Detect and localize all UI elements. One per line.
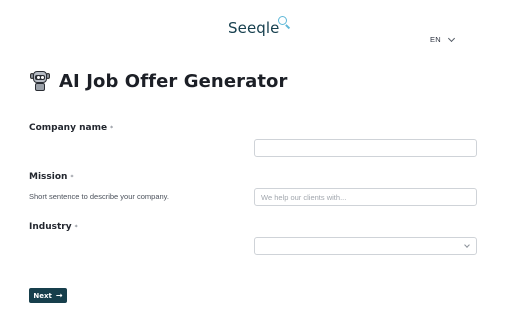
- mission-label-text: Mission: [29, 172, 68, 182]
- mission-help-text: Short sentence to describe your company.: [29, 192, 169, 201]
- chevron-down-icon: [447, 34, 456, 42]
- language-selector[interactable]: EN: [430, 34, 456, 44]
- industry-label: Industry *: [29, 222, 78, 232]
- company-name-label: Company name *: [29, 123, 113, 133]
- logo-text: Seeqle: [228, 19, 280, 37]
- robot-icon: [30, 70, 50, 92]
- language-label: EN: [430, 35, 442, 44]
- required-mark: *: [110, 124, 114, 132]
- required-mark: *: [74, 223, 78, 231]
- required-mark: *: [70, 173, 74, 181]
- company-name-input[interactable]: [254, 139, 477, 157]
- industry-select[interactable]: [254, 237, 477, 255]
- mission-label: Mission *: [29, 172, 73, 182]
- arrow-right-icon: →: [55, 290, 63, 300]
- next-button-label: Next: [33, 291, 52, 300]
- seeqle-logo[interactable]: Seeqle: [228, 16, 292, 42]
- page-title: AI Job Offer Generator: [59, 70, 288, 92]
- header: Seeqle EN: [0, 0, 512, 50]
- chevron-down-icon: [464, 242, 470, 248]
- industry-label-text: Industry: [29, 222, 72, 232]
- next-button[interactable]: Next →: [29, 288, 67, 303]
- page-title-row: AI Job Offer Generator: [30, 70, 288, 92]
- company-name-label-text: Company name: [29, 123, 108, 133]
- magnifier-icon: [277, 16, 292, 32]
- mission-input[interactable]: [254, 188, 477, 206]
